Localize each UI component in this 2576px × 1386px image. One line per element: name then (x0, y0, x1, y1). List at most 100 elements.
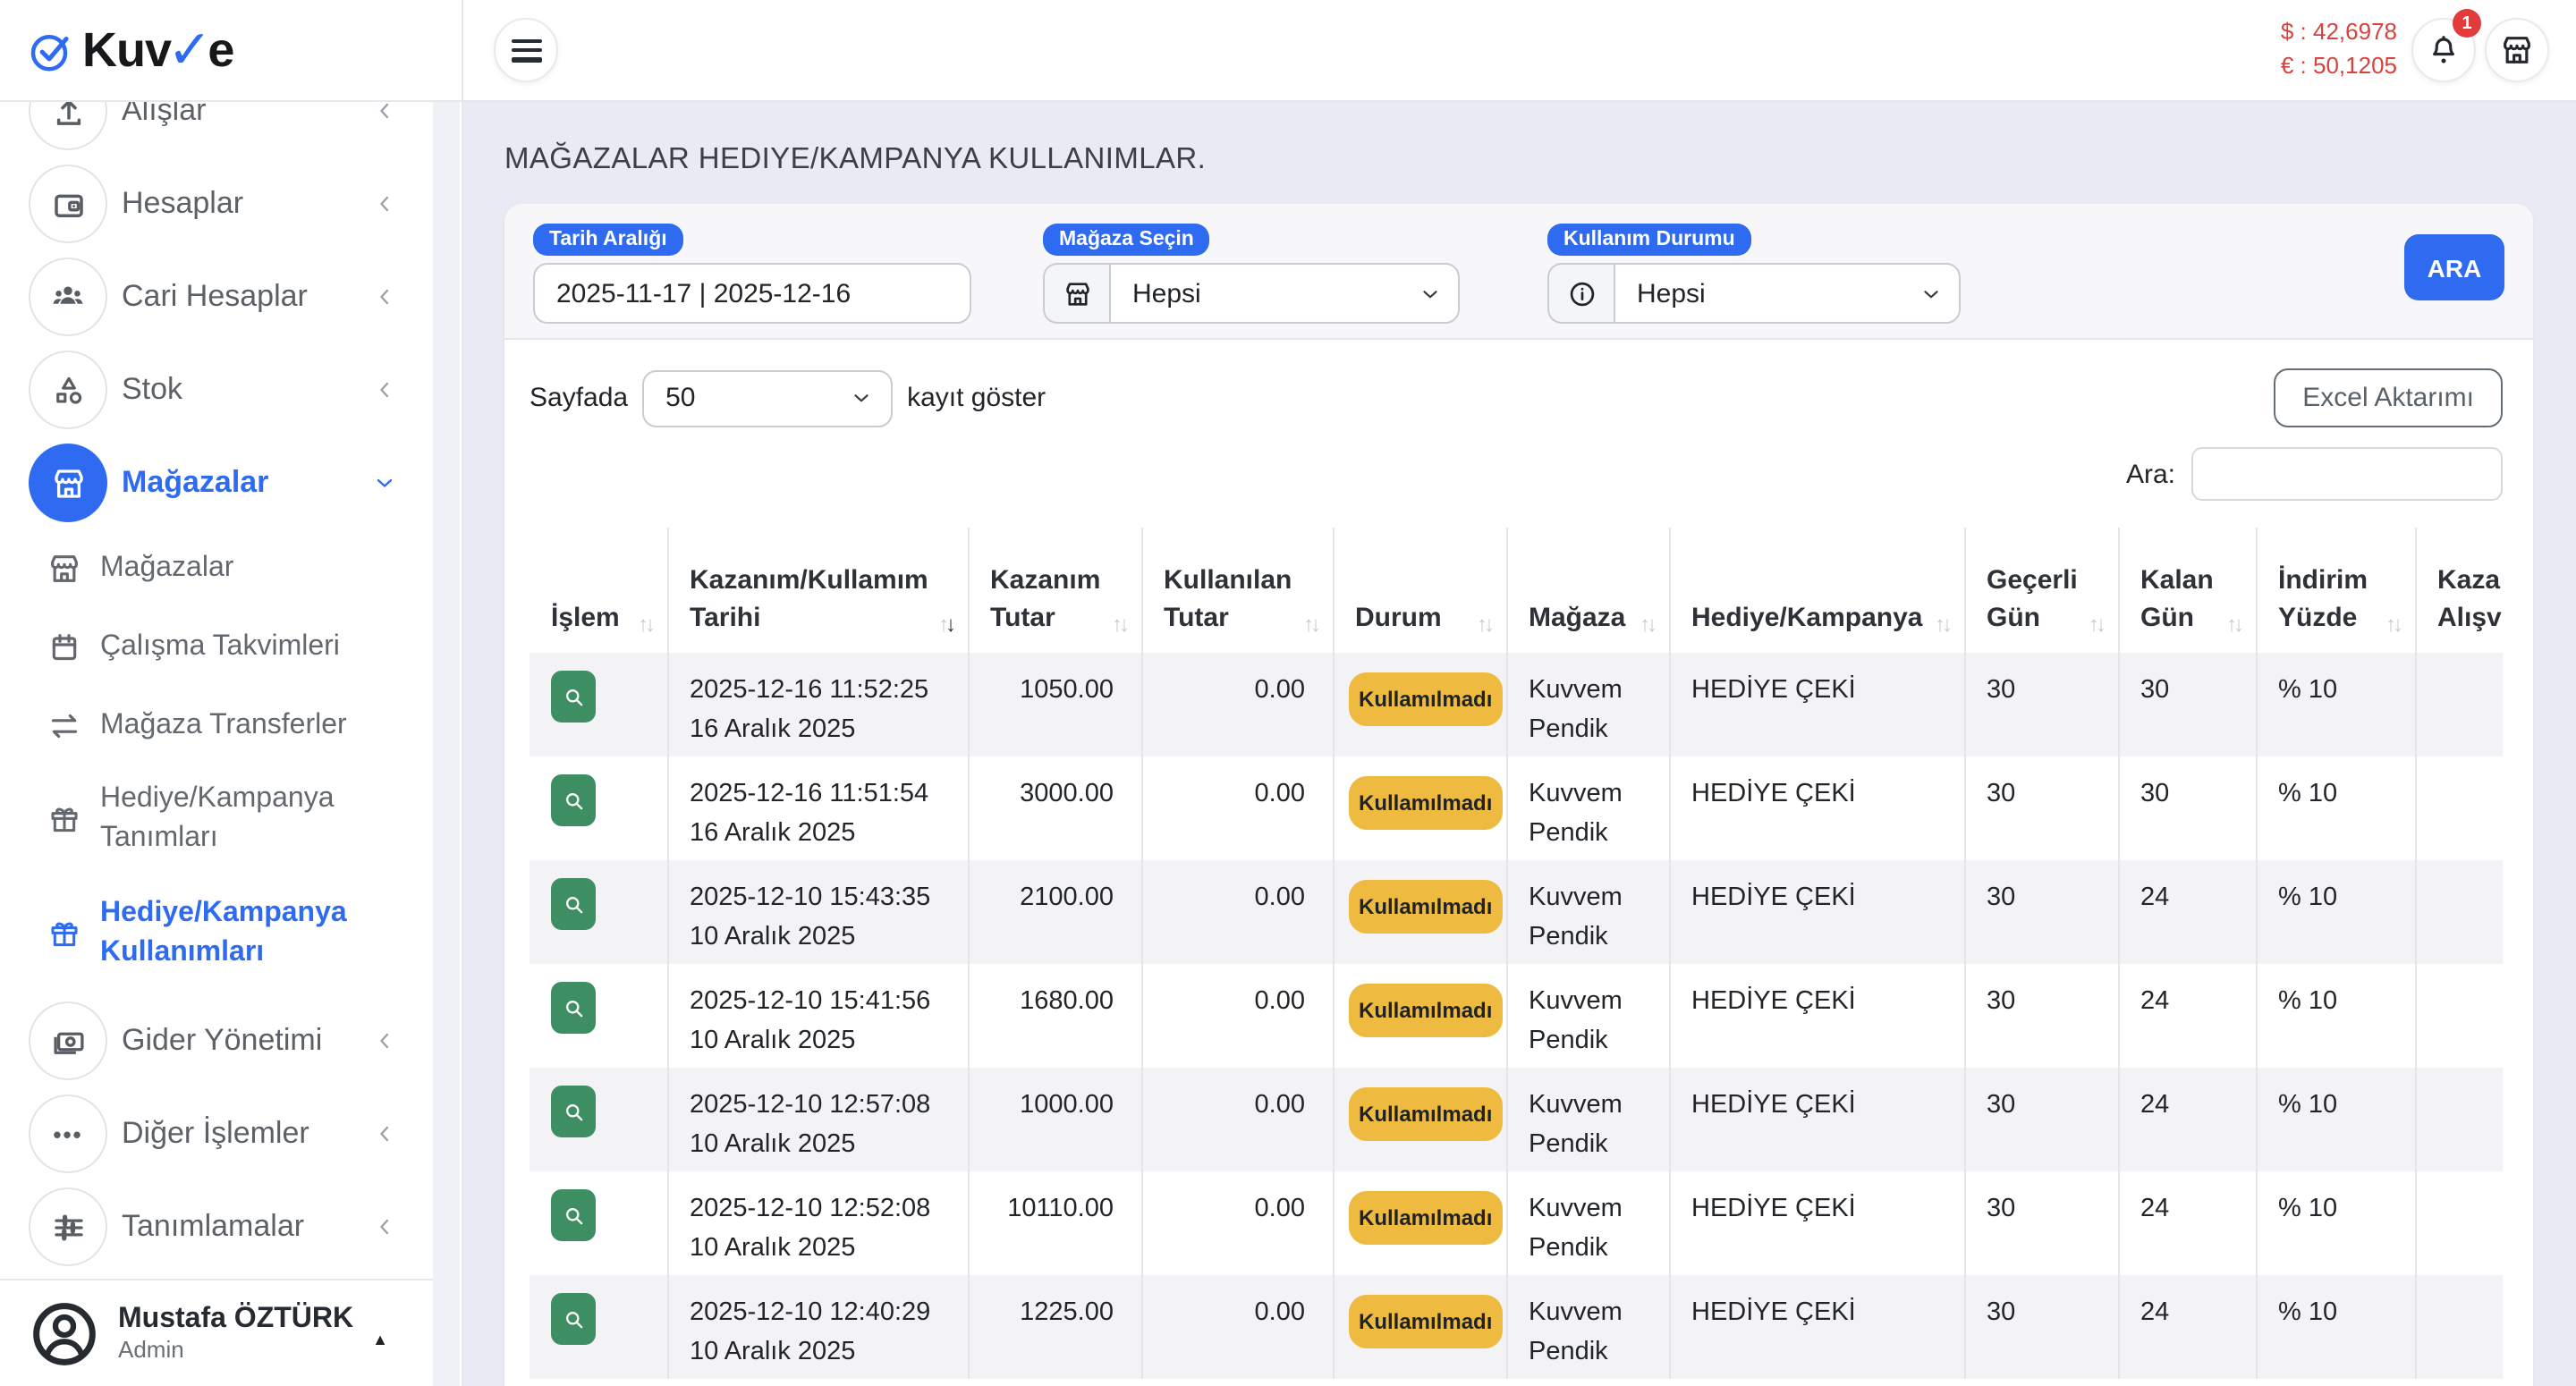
row-datetime: 2025-12-10 15:43:35 (690, 878, 945, 917)
submenu-item-calisma-takvimleri[interactable]: Çalışma Takvimleri (0, 608, 433, 687)
submenu-item-label: Hediye/Kampanya Kullanımları (100, 894, 383, 973)
submenu-item-magaza-transferler[interactable]: Mağaza Transferler (0, 687, 433, 765)
page-size-suffix: kayıt göster (907, 383, 1046, 413)
sidebar-scrollbar[interactable] (433, 102, 460, 1386)
chevron-left-icon (372, 191, 397, 216)
row-truncated-value: 1 (2415, 1068, 2503, 1171)
row-store: Kuvvem Pendik (1506, 1068, 1669, 1171)
sort-desc-icon: ↓ (645, 613, 656, 637)
sidebar-item-alislar[interactable]: Alışlar (0, 102, 433, 157)
sidebar-item-label: Tanımlamalar (122, 1209, 304, 1245)
table-search-input[interactable] (2191, 447, 2503, 501)
chevron-down-icon (850, 386, 873, 410)
ellipsis-icon: ••• (29, 1094, 107, 1173)
row-earned: 1225.00 (968, 1275, 1141, 1379)
sidebar-item-cari-hesaplar[interactable]: Cari Hesaplar (0, 250, 433, 343)
user-menu[interactable]: Mustafa ÖZTÜRK Admin ▲ (0, 1279, 433, 1386)
users-icon (29, 258, 107, 336)
status-badge: Kullamılmadı (1348, 776, 1503, 830)
table-row: 2025-12-10 15:43:3510 Aralık 2025 2100.0… (530, 860, 2503, 964)
view-button[interactable] (551, 1189, 596, 1241)
row-earned: 2100.00 (968, 860, 1141, 964)
gift-icon (47, 801, 82, 837)
column-header-kullanilan-tutar[interactable]: Kullanılan Tutar↑↓ (1141, 528, 1333, 653)
column-header-magaza[interactable]: Mağaza↑↓ (1506, 528, 1669, 653)
usage-select-value: Hepsi (1637, 278, 1706, 308)
sidebar-item-tanimlamalar[interactable]: Tanımlamalar (0, 1180, 433, 1273)
column-header-gecerli-gun[interactable]: Geçerli Gün↑↓ (1964, 528, 2118, 653)
sidebar-item-gider-yonetimi[interactable]: Gider Yönetimi (0, 994, 433, 1087)
row-used: 0.00 (1141, 860, 1333, 964)
sort-desc-icon: ↓ (2096, 613, 2106, 637)
submenu-item-hediye-kampanya-tanimlari[interactable]: Hediye/Kampanya Tanımları (0, 765, 433, 873)
column-header-hediye-kampanya[interactable]: Hediye/Kampanya↑↓ (1669, 528, 1964, 653)
submenu-item-label: Mağazalar (100, 549, 233, 588)
sidebar-item-magazalar[interactable]: Mağazalar (0, 436, 433, 529)
row-store: Kuvvem Pendik (1506, 756, 1669, 860)
store-select[interactable]: Hepsi (1109, 263, 1460, 324)
row-discount: % 10 (2256, 653, 2415, 756)
sidebar-item-label: Mağazalar (122, 465, 268, 501)
table-header-row: İşlem↑↓ Kazanım/Kullamım Tarihi↑↓ Kazanı… (530, 528, 2503, 653)
column-header-kaza-alisv[interactable]: Kaza Alışv (2415, 528, 2503, 653)
search-button[interactable]: ARA (2404, 234, 2504, 300)
chevron-left-icon (372, 377, 397, 402)
row-action-cell (530, 756, 667, 860)
submenu-item-magazalar[interactable]: Mağazalar (0, 529, 433, 608)
upload-icon (29, 102, 107, 150)
row-used: 0.00 (1141, 1171, 1333, 1275)
row-store: Kuvvem Pendik (1506, 964, 1669, 1068)
brand-logo[interactable]: Kuv✓e (0, 0, 462, 102)
row-valid-days: 30 (1964, 1171, 2118, 1275)
sort-desc-icon: ↓ (1310, 613, 1321, 637)
date-range-input[interactable] (533, 263, 971, 324)
column-header-durum[interactable]: Durum↑↓ (1333, 528, 1506, 653)
row-date-cell: 2025-12-10 12:40:2910 Aralık 2025 (667, 1275, 968, 1379)
row-truncated-value: 1 (2415, 964, 2503, 1068)
row-used: 0.00 (1141, 1068, 1333, 1171)
data-table: İşlem↑↓ Kazanım/Kullamım Tarihi↑↓ Kazanı… (530, 528, 2503, 1379)
page-size-select[interactable]: 50 (642, 369, 893, 427)
row-date-cell: 2025-12-10 12:57:0810 Aralık 2025 (667, 1068, 968, 1171)
view-button[interactable] (551, 1293, 596, 1345)
submenu-item-hediye-kampanya-kullanimlari[interactable]: Hediye/Kampanya Kullanımları (0, 880, 433, 987)
sidebar-item-stok[interactable]: Stok (0, 343, 433, 436)
view-button[interactable] (551, 671, 596, 723)
sidebar-item-hesaplar[interactable]: Hesaplar (0, 157, 433, 250)
currency-rates: $ : 42,6978 € : 50,1205 (2281, 14, 2397, 82)
sort-desc-icon: ↓ (1647, 613, 1657, 637)
notification-badge: 1 (2453, 9, 2481, 38)
column-header-kazanim-tutar[interactable]: Kazanım Tutar↑↓ (968, 528, 1141, 653)
wallet-icon (29, 165, 107, 243)
row-store: Kuvvem Pendik (1506, 1171, 1669, 1275)
column-header-indirim-yuzde[interactable]: İndirim Yüzde↑↓ (2256, 528, 2415, 653)
row-status-cell: Kullamılmadı (1333, 964, 1506, 1068)
view-button[interactable] (551, 774, 596, 826)
column-header-kalan-gun[interactable]: Kalan Gün↑↓ (2118, 528, 2256, 653)
notifications-button[interactable]: 1 (2411, 18, 2476, 82)
user-name: Mustafa ÖZTÜRK (118, 1302, 353, 1336)
row-action-cell (530, 1068, 667, 1171)
sidebar-item-label: Stok (122, 372, 182, 408)
row-campaign: HEDİYE ÇEKİ (1669, 756, 1964, 860)
row-status-cell: Kullamılmadı (1333, 1275, 1506, 1379)
column-header-islem[interactable]: İşlem↑↓ (530, 528, 667, 653)
chevron-left-icon (372, 284, 397, 309)
sidebar-item-diger-islemler[interactable]: ••• Diğer İşlemler (0, 1087, 433, 1180)
row-status-cell: Kullamılmadı (1333, 653, 1506, 756)
excel-export-button[interactable]: Excel Aktarımı (2274, 368, 2503, 427)
usage-select[interactable]: Hepsi (1614, 263, 1961, 324)
view-button[interactable] (551, 878, 596, 930)
column-header-tarihi[interactable]: Kazanım/Kullamım Tarihi↑↓ (667, 528, 968, 653)
row-date-cell: 2025-12-10 15:41:5610 Aralık 2025 (667, 964, 968, 1068)
store-quick-button[interactable] (2485, 18, 2549, 82)
view-button[interactable] (551, 982, 596, 1034)
row-date-long: 16 Aralık 2025 (690, 710, 945, 749)
row-status-cell: Kullamılmadı (1333, 860, 1506, 964)
table-row: 2025-12-16 11:51:5416 Aralık 2025 3000.0… (530, 756, 2503, 860)
row-used: 0.00 (1141, 1275, 1333, 1379)
view-button[interactable] (551, 1086, 596, 1137)
row-earned: 1050.00 (968, 653, 1141, 756)
sidebar-nav: Alışlar Hesaplar Cari Hesaplar Stok (0, 102, 433, 1279)
sidebar-toggle-button[interactable] (494, 18, 558, 82)
